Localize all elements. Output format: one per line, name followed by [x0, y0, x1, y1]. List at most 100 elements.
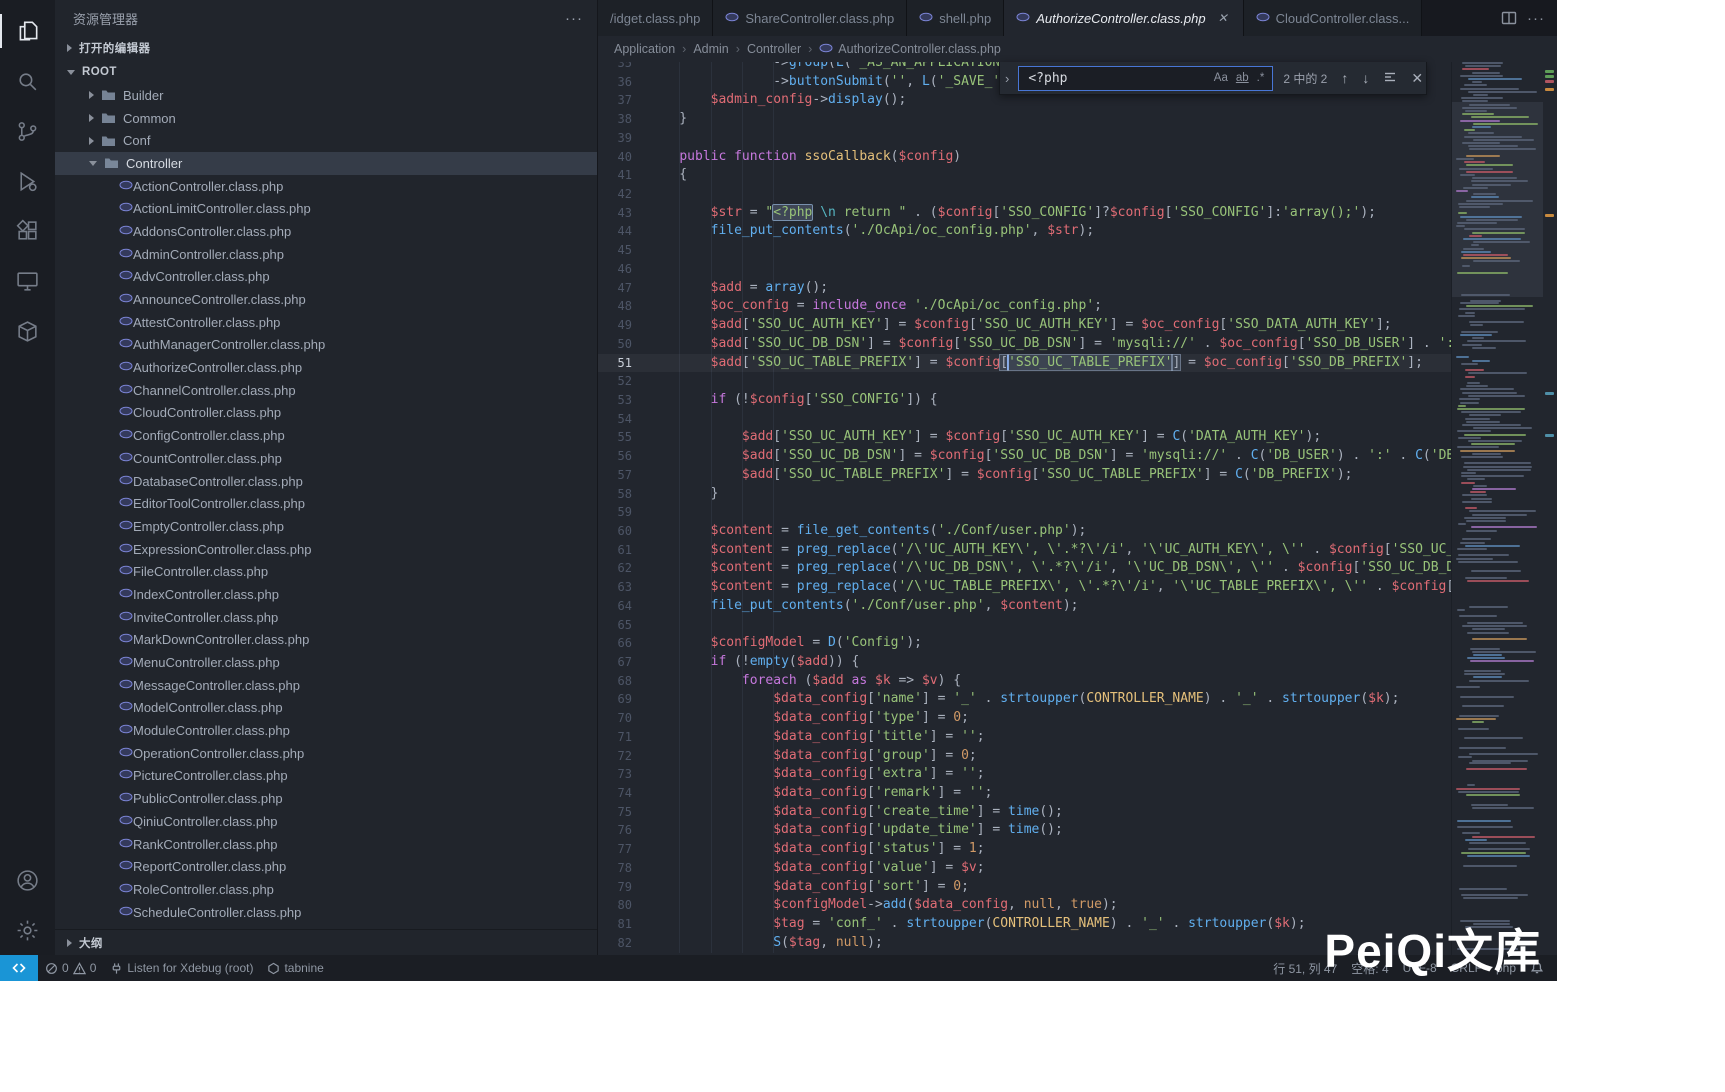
code-line[interactable]: 79 $data_config['sort'] = 0;	[598, 878, 1451, 897]
tree-file-item[interactable]: PublicController.class.php	[55, 787, 597, 810]
code-line[interactable]: 78 $data_config['value'] = $v;	[598, 859, 1451, 878]
remote-indicator[interactable]	[0, 955, 38, 981]
code-line[interactable]: 68 foreach ($add as $k => $v) {	[598, 672, 1451, 691]
tree-file-item[interactable]: ExpressionController.class.php	[55, 538, 597, 561]
code-line[interactable]: 54	[598, 410, 1451, 429]
tree-file-item[interactable]: OperationController.class.php	[55, 742, 597, 765]
editor-tab[interactable]: /idget.class.php	[598, 0, 713, 36]
code-line[interactable]: 80 $configModel->add($data_config, null,…	[598, 896, 1451, 915]
tree-file-item[interactable]: InviteController.class.php	[55, 606, 597, 629]
tree-file-item[interactable]: ReportController.class.php	[55, 855, 597, 878]
tree-file-item[interactable]: AnnounceController.class.php	[55, 288, 597, 311]
code-line[interactable]: 77 $data_config['status'] = 1;	[598, 840, 1451, 859]
sidebar-item-common[interactable]: Common	[55, 107, 597, 130]
tree-file-item[interactable]: AdminController.class.php	[55, 243, 597, 266]
whole-word-icon[interactable]: ab	[1232, 71, 1253, 85]
tree-file-item[interactable]: EditorToolController.class.php	[55, 492, 597, 515]
code-line[interactable]: 40 public function ssoCallback($config)	[598, 148, 1451, 167]
find-in-selection-icon[interactable]	[1379, 68, 1401, 89]
tree-file-item[interactable]: FileController.class.php	[55, 560, 597, 583]
code-line[interactable]: 48 $oc_config = include_once './OcApi/oc…	[598, 297, 1451, 316]
activity-icon-search[interactable]	[0, 56, 55, 106]
code-line[interactable]: 55 $add['SSO_UC_AUTH_KEY'] = $config['SS…	[598, 428, 1451, 447]
language-mode-status[interactable]: php	[1489, 955, 1523, 981]
tree-file-item[interactable]: RoleController.class.php	[55, 878, 597, 901]
editor-tab[interactable]: AuthorizeController.class.php✕	[1004, 0, 1243, 36]
code-line[interactable]: 49 $add['SSO_UC_AUTH_KEY'] = $config['SS…	[598, 316, 1451, 335]
tree-file-item[interactable]: CountController.class.php	[55, 447, 597, 470]
tree-file-item[interactable]: ActionController.class.php	[55, 175, 597, 198]
problems-status[interactable]: 0 0	[38, 955, 103, 981]
encoding-status[interactable]: UTF-8	[1396, 955, 1444, 981]
code-line[interactable]: 53 if (!$config['SSO_CONFIG']) {	[598, 391, 1451, 410]
activity-icon-run-and-debug[interactable]	[0, 156, 55, 206]
tree-file-item[interactable]: AuthManagerController.class.php	[55, 334, 597, 357]
code-line[interactable]: 76 $data_config['update_time'] = time();	[598, 821, 1451, 840]
code-area[interactable]: 35 ->group(L('_AS_AN_APPLICATION_CONF36 …	[598, 62, 1451, 955]
activity-icon-extensions[interactable]	[0, 206, 55, 256]
find-expand-chevron-icon[interactable]: ›	[1002, 71, 1012, 86]
tree-file-item[interactable]: ModuleController.class.php	[55, 719, 597, 742]
open-editors-section[interactable]: 打开的编辑器	[55, 36, 597, 60]
xdebug-status[interactable]: Listen for Xdebug (root)	[103, 955, 260, 981]
breadcrumb-item[interactable]: AuthorizeController.class.php	[819, 41, 1001, 58]
split-editor-icon[interactable]	[1501, 10, 1517, 26]
tree-file-item[interactable]: CloudController.class.php	[55, 402, 597, 425]
editor-tab[interactable]: CloudController.class...	[1244, 0, 1423, 36]
code-line[interactable]: 57 $add['SSO_UC_TABLE_PREFIX'] = $config…	[598, 466, 1451, 485]
code-line[interactable]: 72 $data_config['group'] = 0;	[598, 747, 1451, 766]
code-line[interactable]: 60 $content = file_get_contents('./Conf/…	[598, 522, 1451, 541]
code-line[interactable]: 45	[598, 241, 1451, 260]
indent-status[interactable]: 空格: 4	[1344, 955, 1395, 981]
code-line[interactable]: 75 $data_config['create_time'] = time();	[598, 803, 1451, 822]
code-line[interactable]: 82 S($tag, null);	[598, 934, 1451, 953]
sidebar-item-controller[interactable]: Controller	[55, 152, 597, 175]
tree-file-item[interactable]: EmptyController.class.php	[55, 515, 597, 538]
code-line[interactable]: 61 $content = preg_replace('/\'UC_AUTH_K…	[598, 541, 1451, 560]
previous-match-icon[interactable]: ↑	[1337, 68, 1352, 88]
sidebar-more-icon[interactable]: ···	[565, 10, 583, 27]
tree-file-item[interactable]: RankController.class.php	[55, 833, 597, 856]
code-line[interactable]: 63 $content = preg_replace('/\'UC_TABLE_…	[598, 578, 1451, 597]
code-line[interactable]: 71 $data_config['title'] = '';	[598, 728, 1451, 747]
breadcrumb-item[interactable]: Controller	[747, 42, 801, 56]
cursor-position-status[interactable]: 行 51, 列 47	[1266, 955, 1344, 981]
tree-file-item[interactable]: AuthorizeController.class.php	[55, 356, 597, 379]
close-icon[interactable]: ✕	[1215, 10, 1231, 26]
outline-section[interactable]: 大纲	[55, 929, 597, 955]
code-line[interactable]: 39	[598, 129, 1451, 148]
breadcrumb-item[interactable]: Admin	[693, 42, 728, 56]
activity-icon-package[interactable]	[0, 306, 55, 356]
code-line[interactable]: 52	[598, 372, 1451, 391]
sidebar-item-builder[interactable]: Builder	[55, 84, 597, 107]
code-line[interactable]: 44 file_put_contents('./OcApi/oc_config.…	[598, 222, 1451, 241]
regex-icon[interactable]: .*	[1253, 71, 1269, 85]
tree-file-item[interactable]: MenuController.class.php	[55, 651, 597, 674]
tree-file-item[interactable]: IndexController.class.php	[55, 583, 597, 606]
breadcrumb-item[interactable]: Application	[614, 42, 675, 56]
code-line[interactable]: 50 $add['SSO_UC_DB_DSN'] = $config['SSO_…	[598, 335, 1451, 354]
code-line[interactable]: 81 $tag = 'conf_' . strtoupper(CONTROLLE…	[598, 915, 1451, 934]
tree-file-item[interactable]: ConfigController.class.php	[55, 424, 597, 447]
notifications-bell[interactable]	[1523, 955, 1551, 981]
close-icon[interactable]: ✕	[1407, 68, 1427, 89]
code-line[interactable]: 38 }	[598, 110, 1451, 129]
activity-icon-account[interactable]	[0, 855, 55, 905]
activity-icon-remote-explorer[interactable]	[0, 256, 55, 306]
code-line[interactable]: 70 $data_config['type'] = 0;	[598, 709, 1451, 728]
next-match-icon[interactable]: ↓	[1358, 68, 1373, 88]
tree-file-item[interactable]: AddonsController.class.php	[55, 220, 597, 243]
code-line[interactable]: 62 $content = preg_replace('/\'UC_DB_DSN…	[598, 559, 1451, 578]
code-line[interactable]: 51 $add['SSO_UC_TABLE_PREFIX'] = $config…	[598, 354, 1451, 373]
tree-file-item[interactable]: ScheduleController.class.php	[55, 901, 597, 924]
editor-tab[interactable]: ShareController.class.php	[713, 0, 907, 36]
code-line[interactable]: 69 $data_config['name'] = '_' . strtoupp…	[598, 690, 1451, 709]
match-case-icon[interactable]: Aa	[1210, 71, 1232, 85]
code-line[interactable]: 74 $data_config['remark'] = '';	[598, 784, 1451, 803]
code-line[interactable]: 64 file_put_contents('./Conf/user.php', …	[598, 597, 1451, 616]
editor-more-icon[interactable]: ···	[1527, 10, 1545, 27]
tree-file-item[interactable]: QiniuController.class.php	[55, 810, 597, 833]
activity-icon-explorer[interactable]	[0, 6, 55, 56]
tree-file-item[interactable]: MessageController.class.php	[55, 674, 597, 697]
code-line[interactable]: 73 $data_config['extra'] = '';	[598, 765, 1451, 784]
